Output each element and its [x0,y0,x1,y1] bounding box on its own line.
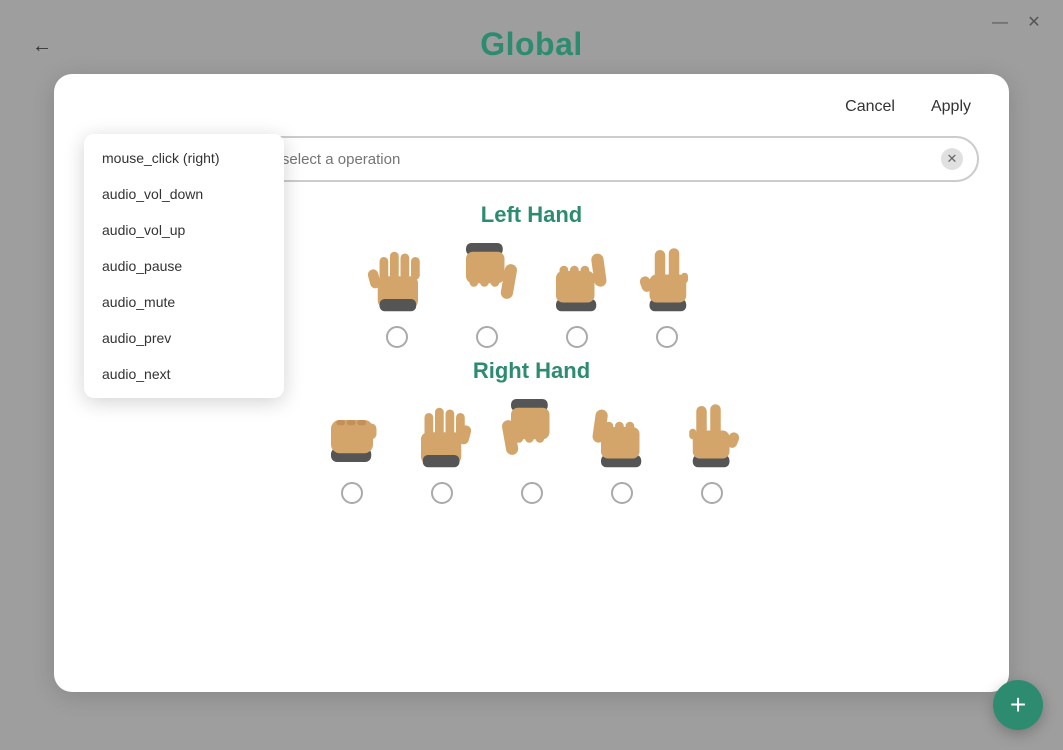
minimize-button[interactable]: — [991,14,1009,32]
gesture-visual-open-palm-right [407,394,477,474]
open-palm-right-icon [407,390,477,478]
thumbs-down-right-icon [497,390,567,478]
dropdown-item-4[interactable]: audio_mute [84,284,284,320]
dropdown-item-1[interactable]: audio_vol_down [84,176,284,212]
gesture-radio-left-2[interactable] [566,326,588,348]
dropdown-item-6[interactable]: audio_next [84,356,284,392]
gesture-visual-thumbs-down-right [497,394,567,474]
close-icon: ✕ [947,151,958,167]
fab-add-button[interactable]: + [993,680,1043,730]
gesture-radio-right-1[interactable] [431,482,453,504]
close-button[interactable]: ✕ [1025,14,1043,32]
gesture-radio-right-3[interactable] [611,482,633,504]
gesture-radio-right-0[interactable] [341,482,363,504]
plus-icon: + [1010,689,1026,721]
gesture-item-right-openpalmR [407,394,477,504]
gesture-item-right-thumbsupR [587,394,657,504]
dropdown-item-0[interactable]: mouse_click (right) [84,140,284,176]
gesture-visual-thumbs-up-left [542,238,612,318]
dropdown-item-2[interactable]: audio_vol_up [84,212,284,248]
dropdown-menu: mouse_click (right)audio_vol_downaudio_v… [84,134,284,398]
gesture-item-left-victoryL [632,238,702,348]
apply-button[interactable]: Apply [923,94,979,120]
gesture-visual-thumbs-down-left [452,238,522,318]
right-hand-title: Right Hand [473,358,590,384]
thumbs-down-left-icon [452,234,522,322]
gesture-visual-fist-right [317,394,387,474]
gesture-radio-left-1[interactable] [476,326,498,348]
left-hand-title: Left Hand [481,202,582,228]
gesture-item-right-thumbsdownR [497,394,567,504]
victory-right-icon [677,390,747,478]
gesture-item-left-thumbsupL [542,238,612,348]
dropdown-item-5[interactable]: audio_prev [84,320,284,356]
gesture-radio-right-4[interactable] [701,482,723,504]
window-controls: — ✕ [991,14,1043,32]
fist-right-icon [317,390,387,478]
gesture-item-right-fist [317,394,387,504]
dropdown-item-3[interactable]: audio_pause [84,248,284,284]
gesture-radio-left-3[interactable] [656,326,678,348]
victory-left-icon [632,234,702,322]
page-title: Global [0,26,1063,63]
modal: Cancel Apply ▾ ✕ mouse_click (right)audi… [54,74,1009,692]
gesture-radio-left-0[interactable] [386,326,408,348]
gesture-visual-victory-left [632,238,702,318]
clear-button[interactable]: ✕ [941,148,963,170]
right-hand-gestures [317,394,747,504]
left-hand-gestures [362,238,702,348]
gesture-visual-victory-right [677,394,747,474]
gesture-radio-right-2[interactable] [521,482,543,504]
gesture-item-left-thumbsdownL [452,238,522,348]
cancel-button[interactable]: Cancel [837,94,903,120]
gesture-visual-thumbs-up-right [587,394,657,474]
gesture-visual-open-palm-left [362,238,432,318]
thumbs-up-right-icon [587,390,657,478]
modal-actions: Cancel Apply [84,94,979,120]
open-palm-left-icon [362,234,432,322]
thumbs-up-left-icon [542,234,612,322]
gesture-item-right-victoryR [677,394,747,504]
gesture-item-left-openpalmL [362,238,432,348]
